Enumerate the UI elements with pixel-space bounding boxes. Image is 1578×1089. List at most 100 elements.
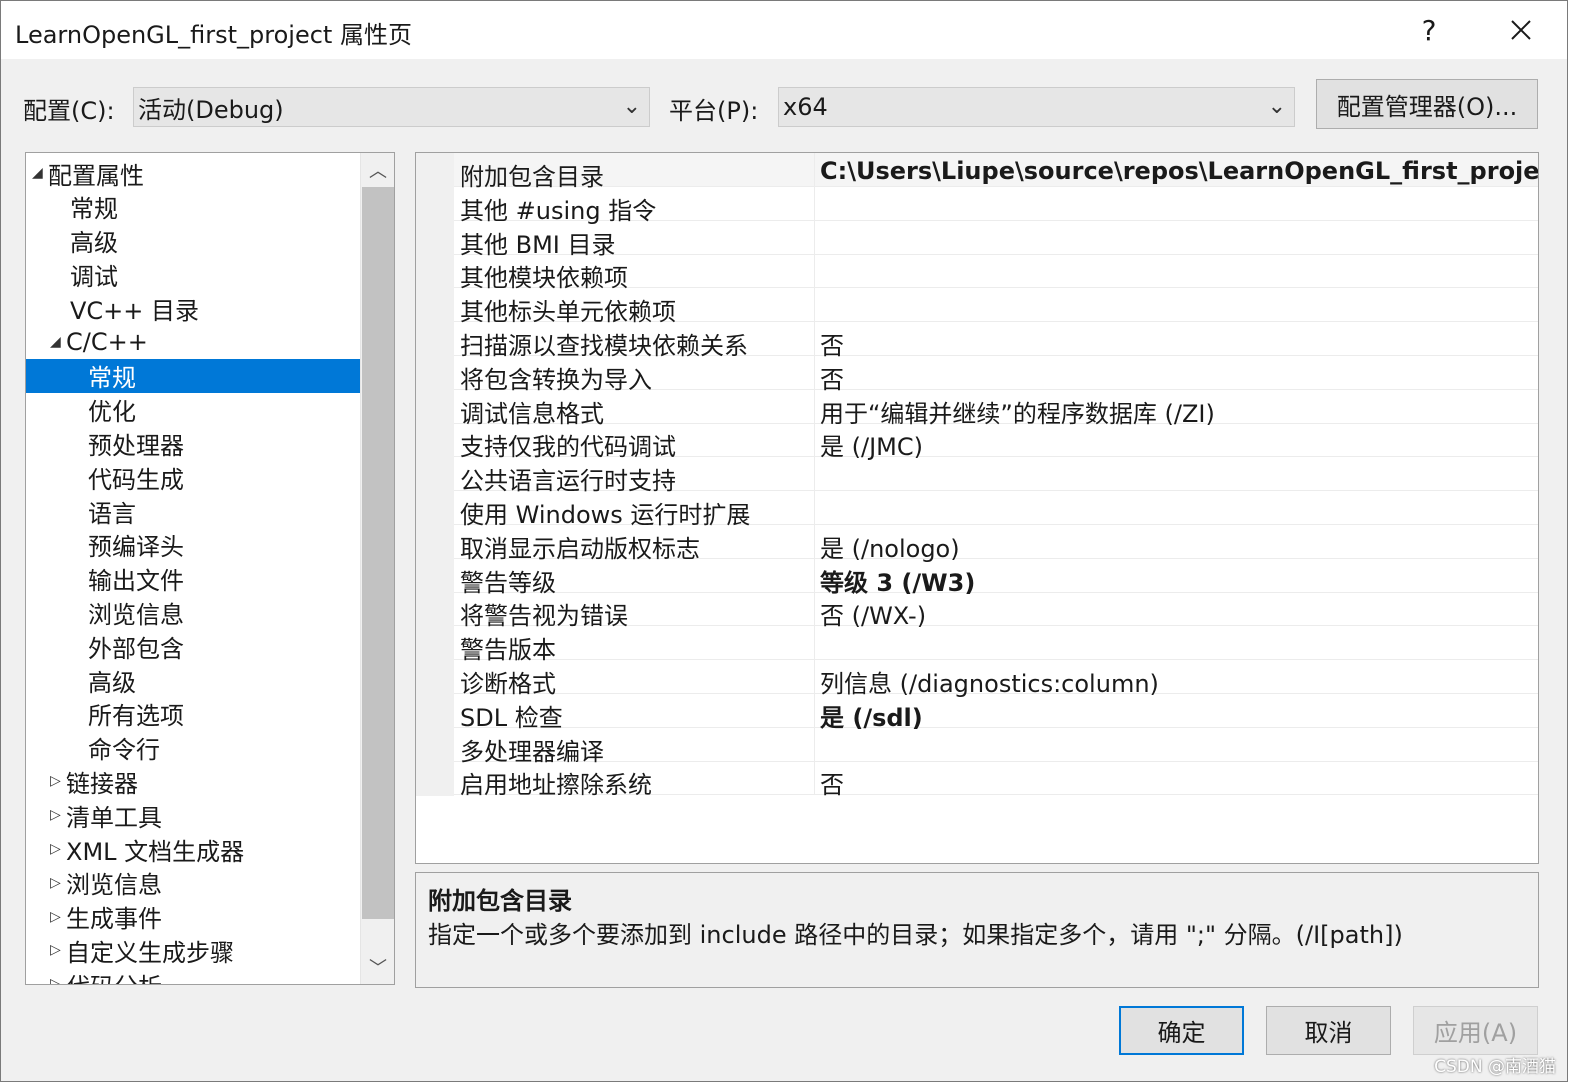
property-row[interactable]: 多处理器编译 [454, 727, 1538, 766]
ok-button[interactable]: 确定 [1119, 1006, 1244, 1055]
tree-item[interactable]: ▷ 生成事件 [26, 900, 360, 934]
property-row[interactable]: 附加包含目录 C:\Users\Liupe\source\repos\LearnO… [454, 153, 1538, 191]
property-row[interactable]: 启用地址擦除系统 否 [454, 761, 1538, 799]
tree-item[interactable]: ▷ 链接器 [26, 764, 360, 798]
tree-item-label: C/C++ [66, 328, 148, 356]
column-divider [814, 288, 815, 323]
column-divider [814, 220, 815, 255]
scroll-up-icon[interactable]: ︿ [361, 155, 394, 185]
expand-arrow-icon[interactable]: ▷ [50, 976, 66, 984]
scroll-thumb[interactable] [362, 187, 394, 919]
tree-item-label: 代码生成 [88, 465, 184, 494]
expand-arrow-icon[interactable]: ▷ [50, 807, 66, 823]
property-row[interactable]: 公共语言运行时支持 [454, 457, 1538, 495]
config-value: 活动(Debug) [138, 95, 284, 124]
description-panel: 附加包含目录 指定一个或多个要添加到 include 路径中的目录；如果指定多个… [415, 872, 1539, 988]
property-row[interactable]: 扫描源以查找模块依赖关系否 [454, 322, 1538, 360]
column-divider [814, 693, 815, 728]
grid-gutter [416, 153, 454, 796]
column-divider [814, 660, 815, 694]
platform-label: 平台(P): [669, 97, 759, 125]
tree-item-label: 输出文件 [88, 567, 184, 596]
collapse-arrow-icon[interactable]: ◢ [32, 165, 48, 181]
watermark: CSDN @南酒猫 [1434, 1057, 1556, 1077]
tree-item[interactable]: 代码生成 [26, 460, 360, 494]
property-name: 启用地址擦除系统 [460, 771, 652, 800]
column-divider [814, 355, 815, 390]
tree-item-label: 高级 [88, 668, 136, 697]
tree-item[interactable]: 调试 [26, 257, 360, 291]
platform-dropdown[interactable]: x64 ⌄ [778, 87, 1295, 127]
tree-item[interactable]: 语言 [26, 494, 360, 528]
property-value[interactable]: 否 [820, 765, 844, 800]
properties-dialog: LearnOpenGL_first_project 属性页 ? 配置(C): 活… [0, 0, 1568, 1082]
property-row[interactable]: 支持仅我的代码调试是 (/JMC) [454, 423, 1538, 461]
chevron-down-icon: ⌄ [622, 94, 641, 119]
config-dropdown[interactable]: 活动(Debug) ⌄ [133, 87, 650, 127]
description-title: 附加包含目录 [428, 887, 572, 915]
tree-item-label: 常规 [88, 364, 136, 393]
property-value[interactable]: C:\Users\Liupe\source\repos\LearnOpenGL_… [820, 157, 1538, 185]
cancel-button[interactable]: 取消 [1266, 1006, 1391, 1055]
expand-arrow-icon[interactable]: ▷ [50, 841, 66, 857]
property-row[interactable]: 使用 Windows 运行时扩展 [454, 491, 1538, 529]
property-row[interactable]: 取消显示启动版权标志是 (/nologo) [454, 524, 1538, 563]
expand-arrow-icon[interactable]: ▷ [50, 875, 66, 891]
collapse-arrow-icon[interactable]: ◢ [50, 334, 66, 350]
close-button[interactable] [1491, 9, 1551, 51]
tree-item[interactable]: 常规 [26, 190, 360, 224]
tree-item-label: 浏览信息 [66, 871, 162, 900]
property-row[interactable]: 其他模块依赖项 [454, 254, 1538, 292]
tree-item[interactable]: ◢ 配置属性 [26, 156, 360, 190]
tree-item[interactable]: 预编译头 [26, 528, 360, 562]
property-row[interactable]: 警告等级 等级 3 (/W3) [454, 558, 1538, 597]
tree-item-label: 链接器 [66, 769, 138, 798]
tree-item-label: 语言 [88, 499, 136, 528]
tree-item-label: 高级 [70, 229, 118, 258]
tree-item[interactable]: ▷ 清单工具 [26, 798, 360, 832]
scroll-down-icon[interactable]: ﹀ [361, 952, 394, 982]
property-row[interactable]: 其他 #using 指令 [454, 186, 1538, 225]
tree-item[interactable]: ▷代码分析 [26, 967, 360, 984]
column-divider [814, 153, 815, 187]
tree-item[interactable]: 命令行 [26, 731, 360, 765]
tree-item[interactable]: 高级 [26, 663, 360, 697]
expand-arrow-icon[interactable]: ▷ [50, 942, 66, 958]
tree-item[interactable]: 浏览信息 [26, 595, 360, 629]
property-row[interactable]: SDL 检查是 (/sdl) [454, 693, 1538, 732]
config-label: 配置(C): [23, 97, 115, 125]
tree-item[interactable]: 预处理器 [26, 426, 360, 460]
tree-item-label: 常规 [70, 195, 118, 224]
tree-item-label: 命令行 [88, 736, 160, 765]
help-button[interactable]: ? [1399, 9, 1459, 51]
window-title: LearnOpenGL_first_project 属性页 [15, 21, 412, 49]
tree-item[interactable]: VC++ 目录 [26, 291, 360, 325]
tree-item[interactable]: ▷ 浏览信息 [26, 866, 360, 900]
tree-item[interactable]: 外部包含 [26, 629, 360, 663]
tree-item-label: 浏览信息 [88, 600, 184, 629]
property-row[interactable]: 警告版本 [454, 626, 1538, 664]
property-row[interactable]: 将警告视为错误否 (/WX-) [454, 592, 1538, 630]
tree-item[interactable]: ▷ 自定义生成步骤 [26, 933, 360, 967]
tree-item[interactable]: 输出文件 [26, 562, 360, 596]
property-row[interactable]: 调试信息格式 用于“编辑并继续”的程序数据库 (/ZI) [454, 389, 1538, 428]
property-row[interactable]: 其他 BMI 目录 [454, 220, 1538, 259]
tree-item[interactable]: 所有选项 [26, 697, 360, 731]
property-row[interactable]: 将包含转换为导入否 [454, 355, 1538, 394]
config-manager-button[interactable]: 配置管理器(O)... [1316, 79, 1538, 129]
apply-button[interactable]: 应用(A) [1413, 1006, 1538, 1055]
column-divider [814, 423, 815, 458]
tree-item[interactable]: 常规 [26, 358, 360, 393]
column-divider [814, 761, 815, 796]
property-row[interactable]: 其他标头单元依赖项 [454, 288, 1538, 326]
close-icon [1511, 20, 1531, 40]
expand-arrow-icon[interactable]: ▷ [50, 909, 66, 925]
column-divider [814, 186, 815, 221]
tree-item[interactable]: 高级 [26, 224, 360, 258]
property-row[interactable]: 诊断格式 列信息 (/diagnostics:column) [454, 660, 1538, 698]
tree-item[interactable]: 优化 [26, 393, 360, 427]
tree-item[interactable]: ◢ C/C++ [26, 325, 360, 359]
tree-scrollbar[interactable]: ︿ ﹀ [360, 153, 394, 984]
tree-item[interactable]: ▷ XML 文档生成器 [26, 832, 360, 866]
expand-arrow-icon[interactable]: ▷ [50, 773, 66, 789]
